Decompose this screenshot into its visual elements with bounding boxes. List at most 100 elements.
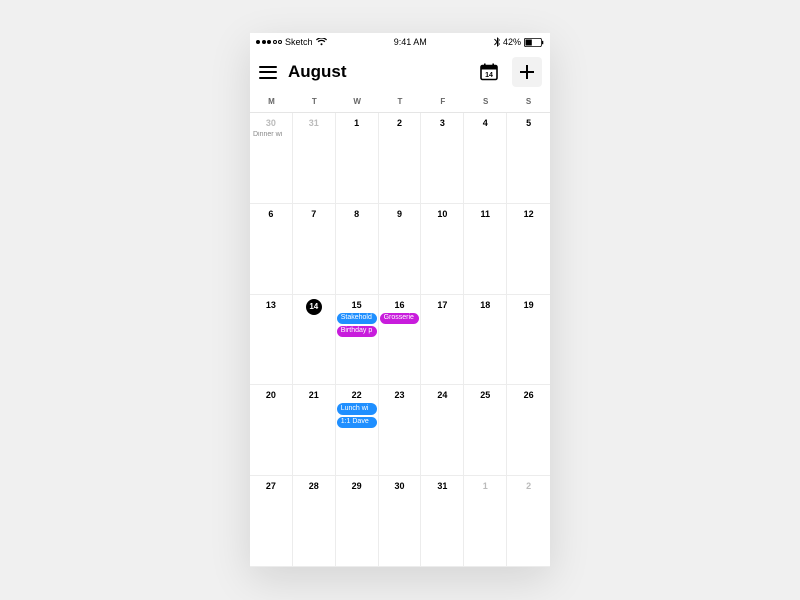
daynum: 5 — [508, 115, 549, 130]
app-header: August 14 — [250, 51, 550, 93]
daynum: 25 — [465, 387, 505, 402]
daynum: 16 — [380, 297, 420, 312]
daynum: 6 — [251, 206, 291, 221]
calendar-cell[interactable]: 1 — [336, 113, 379, 204]
event-pill[interactable]: Birthday p — [337, 326, 377, 337]
daynum: 20 — [251, 387, 291, 402]
signal-dots-icon — [256, 40, 282, 44]
calendar-cell[interactable]: 6 — [250, 204, 293, 295]
calendar-cell[interactable]: 11 — [464, 204, 507, 295]
calendar-cell[interactable]: 15Stakehold Birthday p — [336, 295, 379, 386]
calendar-cell[interactable]: 31 — [293, 113, 336, 204]
wifi-icon — [316, 38, 327, 46]
daynum: 2 — [380, 115, 420, 130]
calendar-cell[interactable]: 5 — [507, 113, 550, 204]
event-pill[interactable]: Grosserie — [380, 313, 420, 324]
weekday-label: S — [507, 97, 550, 106]
daynum: 11 — [465, 206, 505, 221]
calendar-cell[interactable]: 2 — [507, 476, 550, 567]
today-button[interactable]: 14 — [476, 59, 502, 85]
daynum: 29 — [337, 478, 377, 493]
battery-pct: 42% — [503, 37, 521, 47]
calendar-cell[interactable]: 21 — [293, 385, 336, 476]
daynum: 1 — [337, 115, 377, 130]
daynum: 2 — [508, 478, 549, 493]
weekday-label: T — [293, 97, 336, 106]
events-container: Grosserie — [380, 313, 420, 324]
daynum: 26 — [508, 387, 549, 402]
daynum: 31 — [422, 478, 462, 493]
weekday-label: M — [250, 97, 293, 106]
bluetooth-icon — [494, 37, 500, 47]
calendar-cell[interactable]: 29 — [336, 476, 379, 567]
calendar-cell[interactable]: 7 — [293, 204, 336, 295]
status-time: 9:41 AM — [394, 37, 427, 47]
battery-icon — [524, 38, 544, 47]
calendar-cell[interactable]: 9 — [379, 204, 422, 295]
calendar-cell[interactable]: 1 — [464, 476, 507, 567]
month-title: August — [288, 62, 466, 82]
daynum: 19 — [508, 297, 549, 312]
events-container: Dinner wi — [251, 131, 291, 139]
daynum: 23 — [380, 387, 420, 402]
daynum: 18 — [465, 297, 505, 312]
events-container: Lunch wi 1:1 Dave — [337, 403, 377, 428]
status-left: Sketch — [256, 37, 327, 47]
daynum: 31 — [294, 115, 334, 130]
daynum: 1 — [465, 478, 505, 493]
calendar-cell[interactable]: 22Lunch wi 1:1 Dave — [336, 385, 379, 476]
phone-frame: Sketch 9:41 AM 42% August — [250, 33, 550, 567]
daynum: 30 — [380, 478, 420, 493]
event-pill[interactable]: 1:1 Dave — [337, 417, 377, 428]
weekday-label: W — [336, 97, 379, 106]
daynum: 3 — [422, 115, 462, 130]
status-bar: Sketch 9:41 AM 42% — [250, 33, 550, 51]
calendar-cell[interactable]: 31 — [421, 476, 464, 567]
daynum: 27 — [251, 478, 291, 493]
event-pill[interactable]: Stakehold — [337, 313, 377, 324]
daynum: 28 — [294, 478, 334, 493]
calendar-cell[interactable]: 4 — [464, 113, 507, 204]
calendar-grid: 30Dinner wi31123456789101112131415Stakeh… — [250, 113, 550, 567]
calendar-cell[interactable]: 16Grosserie — [379, 295, 422, 386]
daynum: 24 — [422, 387, 462, 402]
calendar-cell[interactable]: 2 — [379, 113, 422, 204]
event-pill[interactable]: Lunch wi — [337, 403, 377, 414]
event-pill[interactable]: Dinner wi — [251, 131, 291, 139]
daynum: 12 — [508, 206, 549, 221]
add-button[interactable] — [512, 57, 542, 87]
calendar-cell[interactable]: 8 — [336, 204, 379, 295]
calendar-cell[interactable]: 25 — [464, 385, 507, 476]
calendar-cell[interactable]: 3 — [421, 113, 464, 204]
calendar-cell[interactable]: 12 — [507, 204, 550, 295]
calendar-cell[interactable]: 19 — [507, 295, 550, 386]
carrier-label: Sketch — [285, 37, 313, 47]
daynum: 4 — [465, 115, 505, 130]
daynum: 8 — [337, 206, 377, 221]
today-date-label: 14 — [485, 72, 493, 79]
daynum: 21 — [294, 387, 334, 402]
calendar-cell[interactable]: 26 — [507, 385, 550, 476]
daynum: 30 — [251, 115, 291, 130]
calendar-cell[interactable]: 30Dinner wi — [250, 113, 293, 204]
calendar-cell[interactable]: 24 — [421, 385, 464, 476]
calendar-cell[interactable]: 20 — [250, 385, 293, 476]
calendar-cell[interactable]: 17 — [421, 295, 464, 386]
menu-icon[interactable] — [258, 62, 278, 82]
calendar-cell[interactable]: 13 — [250, 295, 293, 386]
calendar-cell[interactable]: 14 — [293, 295, 336, 386]
calendar-cell[interactable]: 10 — [421, 204, 464, 295]
events-container: Stakehold Birthday p — [337, 313, 377, 338]
weekday-row: M T W T F S S — [250, 93, 550, 113]
daynum: 9 — [380, 206, 420, 221]
calendar-cell[interactable]: 23 — [379, 385, 422, 476]
calendar-cell[interactable]: 28 — [293, 476, 336, 567]
daynum: 13 — [251, 297, 291, 312]
daynum: 15 — [337, 297, 377, 312]
calendar-cell[interactable]: 27 — [250, 476, 293, 567]
calendar-cell[interactable]: 18 — [464, 295, 507, 386]
daynum: 22 — [337, 387, 377, 402]
weekday-label: T — [379, 97, 422, 106]
status-right: 42% — [494, 37, 544, 47]
calendar-cell[interactable]: 30 — [379, 476, 422, 567]
